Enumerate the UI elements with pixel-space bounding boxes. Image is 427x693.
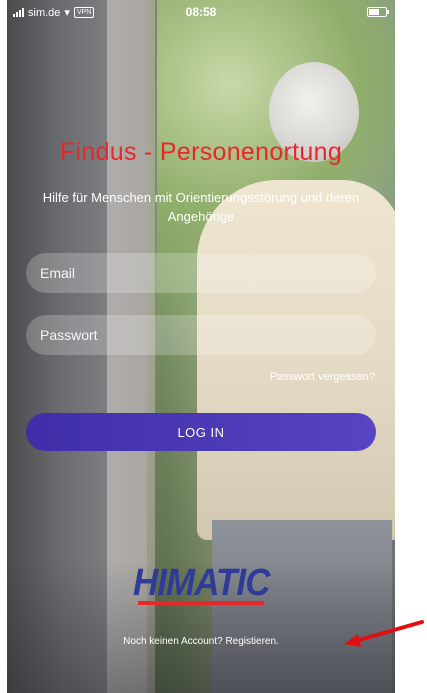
app-title: Findus - Personenortung [59,138,343,166]
email-field[interactable] [26,253,376,293]
login-button[interactable]: LOG IN [26,413,376,451]
status-bar: sim.de ▾ VPN 08:58 [7,0,395,26]
password-field[interactable] [26,315,376,355]
forgot-password-link[interactable]: Passwort vergessen? [270,371,375,383]
status-time: 08:58 [185,5,217,19]
himatic-logo: HIMATIC [7,562,395,605]
logo-wordmark: HIMATIC [132,562,271,604]
app-screen: sim.de ▾ VPN 08:58 Findus - Personenortu… [7,0,395,693]
background-person-body [197,180,395,540]
app-subtitle: Hilfe für Menschen mit Orientierungsstör… [42,190,360,224]
register-link[interactable]: Noch keinen Account? Registieren. [7,636,395,647]
annotation-arrow-icon [344,620,424,647]
battery-icon [367,7,389,17]
